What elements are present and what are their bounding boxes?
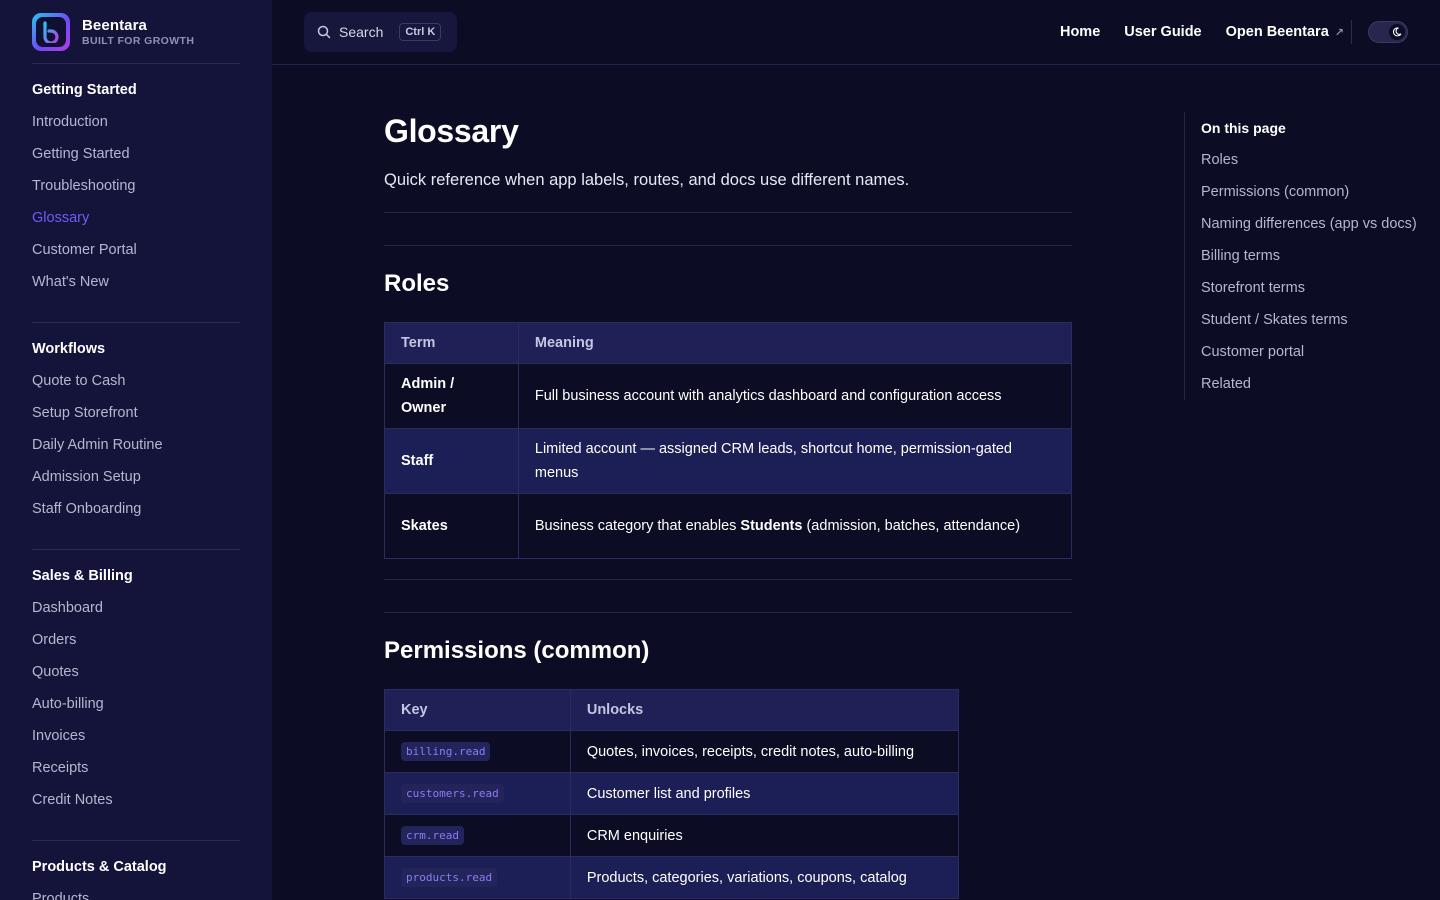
sidebar-item-troubleshooting[interactable]: Troubleshooting <box>32 170 240 202</box>
brand[interactable]: Beentara BUILT FOR GROWTH <box>32 12 240 52</box>
toc-item-storefront-terms[interactable]: Storefront terms <box>1201 272 1425 304</box>
table-row: customers.read Customer list and profile… <box>384 772 960 815</box>
table-row: crm.read CRM enquiries <box>384 814 960 857</box>
sidebar-item-whats-new[interactable]: What's New <box>32 266 240 298</box>
permission-key: crm.read <box>384 814 571 857</box>
sidebar-item-glossary[interactable]: Glossary <box>32 202 240 234</box>
sidebar-item-introduction[interactable]: Introduction <box>32 106 240 138</box>
divider <box>384 245 1072 246</box>
permission-unlocks: Customer list and profiles <box>569 772 960 815</box>
table-row: Admin / Owner Full business account with… <box>384 363 1073 429</box>
role-meaning: Business category that enables Students … <box>517 493 1073 559</box>
sidebar-group-workflows: Workflows Quote to Cash Setup Storefront… <box>32 333 240 525</box>
sidebar-divider <box>32 63 240 64</box>
moon-icon <box>1389 24 1405 40</box>
role-term: Skates <box>384 493 519 559</box>
toc-item-roles[interactable]: Roles <box>1201 144 1425 176</box>
table-row: billing.read Quotes, invoices, receipts,… <box>384 730 960 773</box>
table-of-contents: On this page Roles Permissions (common) … <box>1184 112 1424 400</box>
sidebar-group-products-catalog: Products & Catalog Products <box>32 851 240 900</box>
sidebar-item-daily-admin-routine[interactable]: Daily Admin Routine <box>32 429 240 461</box>
divider <box>384 612 1072 613</box>
toc-item-related[interactable]: Related <box>1201 368 1425 400</box>
toc-item-naming-differences[interactable]: Naming differences (app vs docs) <box>1201 208 1425 240</box>
sidebar-item-credit-notes[interactable]: Credit Notes <box>32 784 240 816</box>
sidebar-item-invoices[interactable]: Invoices <box>32 720 240 752</box>
role-term: Staff <box>384 428 519 494</box>
sidebar-divider <box>32 322 240 323</box>
theme-toggle[interactable] <box>1368 21 1408 43</box>
sidebar-item-customer-portal[interactable]: Customer Portal <box>32 234 240 266</box>
sidebar-item-quotes[interactable]: Quotes <box>32 656 240 688</box>
divider <box>384 212 1072 213</box>
permission-key: products.read <box>384 856 571 899</box>
permission-unlocks: Products, categories, variations, coupon… <box>569 856 960 899</box>
toc-title: On this page <box>1201 120 1286 136</box>
sidebar-item-getting-started[interactable]: Getting Started <box>32 138 240 170</box>
roles-table: Term Meaning Admin / Owner Full business… <box>384 322 1073 559</box>
toc-item-permissions[interactable]: Permissions (common) <box>1201 176 1425 208</box>
nav-separator <box>1351 20 1352 44</box>
table-row: products.read Products, categories, vari… <box>384 856 960 899</box>
sidebar-item-products[interactable]: Products <box>32 883 240 900</box>
role-meaning: Limited account — assigned CRM leads, sh… <box>517 428 1073 494</box>
section-heading-roles: Roles <box>384 270 450 297</box>
sidebar-item-auto-billing[interactable]: Auto-billing <box>32 688 240 720</box>
sidebar-group-sales-billing: Sales & Billing Dashboard Orders Quotes … <box>32 560 240 816</box>
external-link-icon: ↗ <box>1334 26 1344 39</box>
table-header-row: Key Unlocks <box>384 689 960 731</box>
brand-name: Beentara <box>82 17 147 34</box>
top-nav: Home User Guide Open Beentara ↗ <box>1060 0 1344 64</box>
table-row: Staff Limited account — assigned CRM lea… <box>384 428 1073 494</box>
sidebar-item-orders[interactable]: Orders <box>32 624 240 656</box>
toc-item-student-skates-terms[interactable]: Student / Skates terms <box>1201 304 1425 336</box>
sidebar-heading: Workflows <box>32 341 106 357</box>
section-heading-permissions: Permissions (common) <box>384 637 650 664</box>
permission-unlocks: Quotes, invoices, receipts, credit notes… <box>569 730 960 773</box>
logo-icon <box>32 13 70 51</box>
permission-key: billing.read <box>384 730 571 773</box>
sidebar-divider <box>32 549 240 550</box>
nav-open-app-label: Open Beentara <box>1225 24 1329 40</box>
sidebar-heading: Getting Started <box>32 82 137 98</box>
sidebar-heading: Sales & Billing <box>32 568 133 584</box>
page-lead: Quick reference when app labels, routes,… <box>384 171 910 189</box>
column-header: Key <box>384 689 571 731</box>
role-meaning: Full business account with analytics das… <box>517 363 1073 429</box>
table-row: Skates Business category that enables St… <box>384 493 1073 559</box>
sidebar-item-admission-setup[interactable]: Admission Setup <box>32 461 240 493</box>
column-header: Term <box>384 322 519 364</box>
sidebar-item-dashboard[interactable]: Dashboard <box>32 592 240 624</box>
topbar: Search Ctrl K Home User Guide Open Beent… <box>272 0 1440 65</box>
column-header: Meaning <box>517 322 1073 364</box>
permission-unlocks: CRM enquiries <box>569 814 960 857</box>
sidebar-item-setup-storefront[interactable]: Setup Storefront <box>32 397 240 429</box>
nav-user-guide[interactable]: User Guide <box>1124 24 1201 40</box>
sidebar-group-getting-started: Getting Started Introduction Getting Sta… <box>32 74 240 298</box>
sidebar-item-staff-onboarding[interactable]: Staff Onboarding <box>32 493 240 525</box>
toc-item-customer-portal[interactable]: Customer portal <box>1201 336 1425 368</box>
sidebar-item-receipts[interactable]: Receipts <box>32 752 240 784</box>
sidebar-heading: Products & Catalog <box>32 859 167 875</box>
brand-tagline: BUILT FOR GROWTH <box>82 35 195 47</box>
permission-key: customers.read <box>384 772 571 815</box>
divider <box>384 579 1072 580</box>
search-button[interactable]: Search Ctrl K <box>304 12 457 52</box>
sidebar: Beentara BUILT FOR GROWTH Getting Starte… <box>0 0 272 900</box>
search-icon <box>317 25 331 39</box>
page-title: Glossary <box>384 113 519 149</box>
search-label: Search <box>339 24 384 40</box>
table-header-row: Term Meaning <box>384 322 1073 364</box>
nav-home[interactable]: Home <box>1060 24 1100 40</box>
sidebar-divider <box>32 840 240 841</box>
role-term: Admin / Owner <box>384 363 519 429</box>
sidebar-item-quote-to-cash[interactable]: Quote to Cash <box>32 365 240 397</box>
column-header: Unlocks <box>569 689 960 731</box>
permissions-table: Key Unlocks billing.read Quotes, invoice… <box>384 689 960 899</box>
toc-item-billing-terms[interactable]: Billing terms <box>1201 240 1425 272</box>
search-shortcut: Ctrl K <box>399 23 442 41</box>
nav-open-app[interactable]: Open Beentara ↗ <box>1226 24 1344 40</box>
